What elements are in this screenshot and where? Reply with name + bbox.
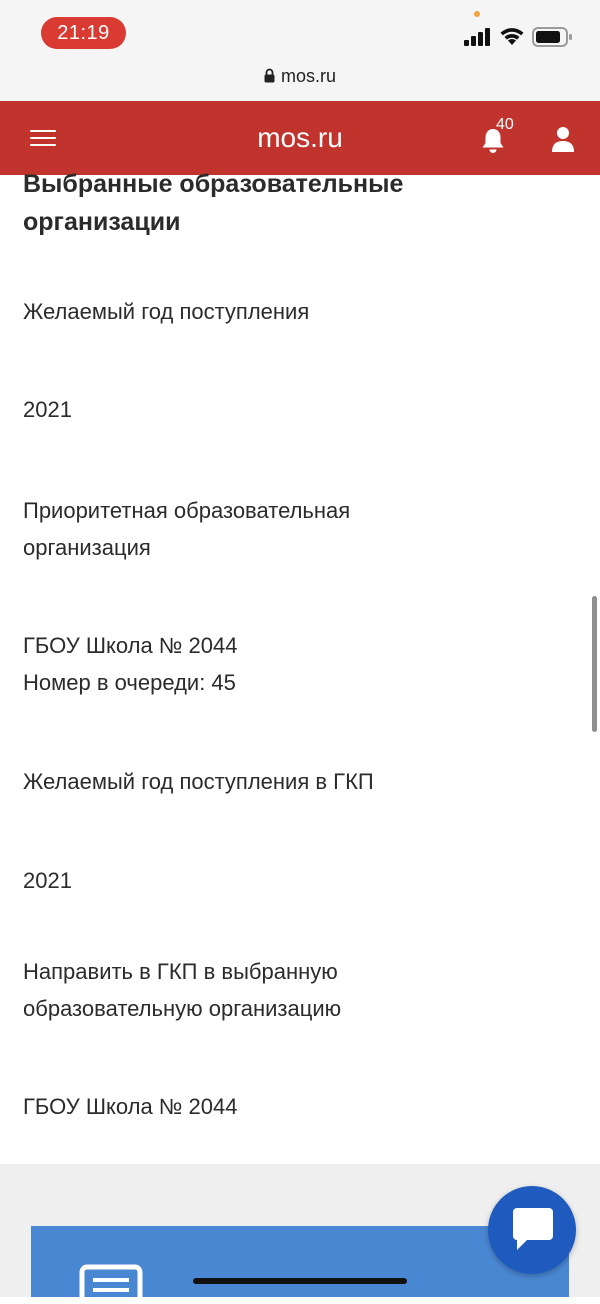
- signal-icon: [464, 28, 490, 46]
- document-icon: [79, 1264, 143, 1304]
- user-icon: [552, 127, 574, 152]
- scrollbar[interactable]: [592, 596, 597, 732]
- field-label-priority-organization: Приоритетная образовательная организация: [23, 498, 351, 560]
- notification-count-badge: 40: [496, 116, 514, 133]
- status-bar: 21:19: [0, 0, 600, 62]
- hamburger-line: [30, 130, 56, 132]
- field-value-priority-organization: ГБОУ Школа № 2044 Номер в очереди: 45: [23, 633, 238, 695]
- field-value-gkp-organization: ГБОУ Школа № 2044: [23, 1094, 238, 1119]
- browser-address-bar[interactable]: mos.ru: [0, 62, 600, 101]
- field-label-gkp-year: Желаемый год поступления в ГКП: [23, 769, 374, 794]
- privacy-indicator: [474, 11, 480, 17]
- field-value-desired-year: 2021: [23, 397, 72, 422]
- lock-icon: [264, 68, 275, 83]
- hamburger-line: [30, 144, 56, 146]
- site-logo-title[interactable]: mos.ru: [200, 119, 400, 157]
- chat-button[interactable]: [488, 1186, 576, 1274]
- app-header: mos.ru: [0, 101, 600, 175]
- menu-button[interactable]: [20, 119, 64, 157]
- section-title: Выбранные образовательные организации: [23, 170, 404, 236]
- battery-icon: [532, 27, 572, 47]
- url-display: mos.ru: [0, 66, 600, 87]
- profile-button[interactable]: [545, 121, 581, 157]
- status-time: 21:19: [41, 17, 126, 49]
- field-label-desired-year: Желаемый год поступления: [23, 299, 310, 324]
- field-label-gkp-organization: Направить в ГКП в выбранную образователь…: [23, 959, 342, 1021]
- home-indicator[interactable]: [193, 1278, 407, 1284]
- field-value-gkp-year: 2021: [23, 868, 72, 893]
- hamburger-line: [30, 137, 56, 139]
- wifi-icon: [500, 28, 524, 45]
- chat-icon: [513, 1208, 553, 1250]
- url-text: mos.ru: [280, 66, 336, 86]
